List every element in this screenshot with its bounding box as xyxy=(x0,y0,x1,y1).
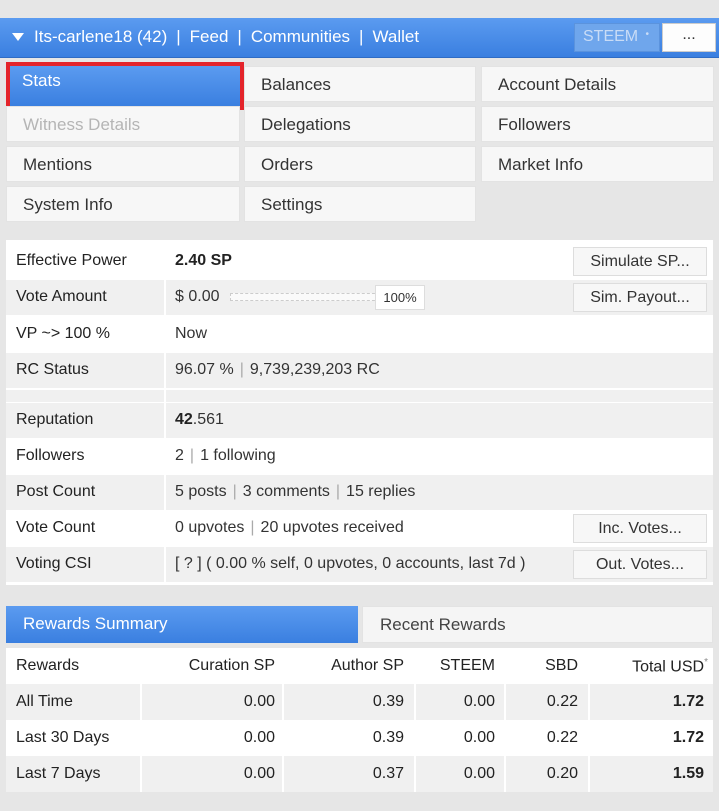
top-bar: Its-carlene18 (42) | Feed | Communities | Wall… xyxy=(0,18,719,58)
stat-label: Effective Power xyxy=(16,252,127,269)
stat-label: RC Status xyxy=(16,361,89,378)
nav: Its-carlene18 (42) | Feed | Communities | Wall… xyxy=(34,27,419,47)
stats-panel: Effective Power 2.40 SP Simulate SP... V… xyxy=(6,240,713,585)
menu-mentions[interactable]: Mentions xyxy=(6,146,240,182)
stat-row-voting-csi: Voting CSI [ ? ] ( 0.00 % self, 0 upvote… xyxy=(6,547,713,582)
stat-label: Post Count xyxy=(16,483,96,500)
simulate-sp-button[interactable]: Simulate SP... xyxy=(573,247,707,276)
table-row: Last 7 Days 0.00 0.37 0.00 0.20 1.59 xyxy=(6,756,713,792)
followers-value: 2 | 1 following xyxy=(175,447,276,464)
nav-separator: | xyxy=(176,27,181,46)
menu-orders[interactable]: Orders xyxy=(244,146,476,182)
menu-system-info[interactable]: System Info xyxy=(6,186,240,222)
stat-label: Voting CSI xyxy=(16,555,92,572)
vote-weight-percent[interactable]: 100% xyxy=(375,285,425,310)
stat-row-effective-power: Effective Power 2.40 SP Simulate SP... xyxy=(6,244,713,279)
stat-label: VP ~> 100 % xyxy=(16,325,110,342)
nav-separator: | xyxy=(237,27,242,46)
vote-count-value: 0 upvotes | 20 upvotes received xyxy=(175,519,404,536)
effective-power-value: 2.40 SP xyxy=(175,252,232,269)
currency-select[interactable]: STEEM • xyxy=(574,23,660,52)
column-header: SBD xyxy=(545,657,578,674)
nav-separator: | xyxy=(359,27,364,46)
column-header: STEEM xyxy=(439,657,495,674)
reputation-value: 42.561 xyxy=(175,411,224,428)
stat-label: Reputation xyxy=(16,411,94,428)
out-votes-button[interactable]: Out. Votes... xyxy=(573,550,707,579)
menu-delegations[interactable]: Delegations xyxy=(244,106,476,142)
column-header-total: Total USD* xyxy=(632,657,708,676)
menu-account-details[interactable]: Account Details xyxy=(481,66,714,102)
column-header: Author SP xyxy=(331,657,404,674)
post-count-value: 5 posts | 3 comments | 15 replies xyxy=(175,483,416,500)
feed-link[interactable]: Feed xyxy=(190,27,229,46)
table-row: All Time 0.00 0.39 0.00 0.22 1.72 xyxy=(6,684,713,720)
stat-label: Vote Count xyxy=(16,519,96,536)
stat-row-post-count: Post Count 5 posts | 3 comments | 15 replies xyxy=(6,475,713,510)
stat-label: Followers xyxy=(16,447,85,464)
table-row: Last 30 Days 0.00 0.39 0.00 0.22 1.72 xyxy=(16,729,704,746)
stat-label: Vote Amount xyxy=(16,288,107,305)
stat-row-followers: Followers 2 | 1 following xyxy=(6,439,713,474)
caret-down-icon[interactable] xyxy=(12,33,24,41)
tab-recent-rewards[interactable]: Recent Rewards xyxy=(362,606,713,643)
wallet-link[interactable]: Wallet xyxy=(372,27,419,46)
dropdown-dot-icon: • xyxy=(645,29,649,40)
stat-row-vp: VP ~> 100 % Now xyxy=(6,317,713,352)
column-header: Rewards xyxy=(16,657,80,674)
table-header: Rewards Curation SP Author SP STEEM SBD … xyxy=(6,648,713,684)
account-link[interactable]: Its-carlene18 (42) xyxy=(34,27,167,46)
communities-link[interactable]: Communities xyxy=(251,27,350,46)
vp-value: Now xyxy=(175,325,208,342)
tab-rewards-summary[interactable]: Rewards Summary xyxy=(6,606,358,643)
menu-stats[interactable]: Stats xyxy=(6,62,244,110)
stat-row-vote-amount: Vote Amount $ 0.00 100% Sim. Payout... xyxy=(6,280,713,315)
menu-balances[interactable]: Balances xyxy=(244,66,476,102)
rewards-table: Rewards Curation SP Author SP STEEM SBD … xyxy=(6,648,713,792)
menu-followers[interactable]: Followers xyxy=(481,106,714,142)
rc-value: 96.07 % | 9,739,239,203 RC xyxy=(175,361,380,378)
more-button[interactable]: ... xyxy=(662,23,716,52)
voting-csi-value: [ ? ] ( 0.00 % self, 0 upvotes, 0 accoun… xyxy=(175,555,526,572)
stat-row-rc: RC Status 96.07 % | 9,739,239,203 RC xyxy=(6,353,713,388)
stat-row-vote-count: Vote Count 0 upvotes | 20 upvotes received… xyxy=(6,511,713,546)
menu-market-info[interactable]: Market Info xyxy=(481,146,714,182)
sim-payout-button[interactable]: Sim. Payout... xyxy=(573,283,707,312)
vote-amount-value: $ 0.00 xyxy=(175,288,220,305)
menu-witness-details: Witness Details xyxy=(6,106,240,142)
menu-settings[interactable]: Settings xyxy=(244,186,476,222)
currency-value: STEEM xyxy=(583,28,639,45)
column-header: Curation SP xyxy=(188,657,275,674)
vote-weight-slider[interactable] xyxy=(230,293,380,301)
stat-row-reputation: Reputation 42.561 xyxy=(6,403,713,438)
inc-votes-button[interactable]: Inc. Votes... xyxy=(573,514,707,543)
stat-spacer xyxy=(6,390,713,402)
